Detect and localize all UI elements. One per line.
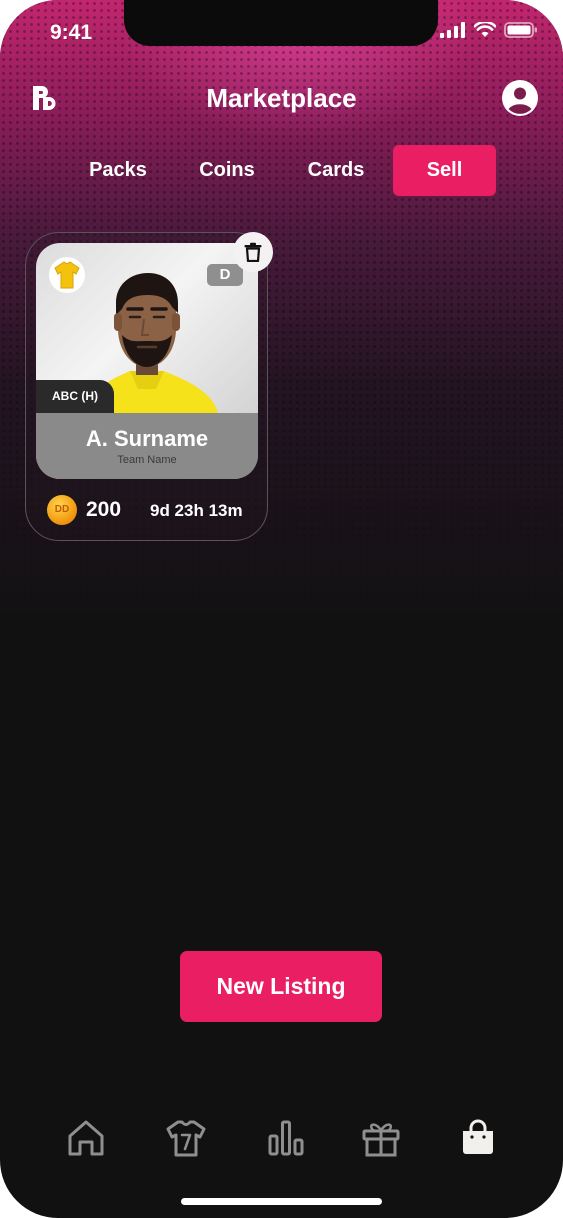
- marketplace-tabs: Packs Coins Cards Sell: [0, 145, 563, 196]
- status-time: 9:41: [50, 21, 93, 44]
- home-indicator[interactable]: [181, 1198, 382, 1205]
- jersey-icon[interactable]: [166, 1118, 206, 1158]
- battery-icon: [504, 22, 537, 38]
- leaderboard-icon[interactable]: [266, 1118, 306, 1158]
- shirt-icon: [54, 261, 80, 289]
- user-profile-icon[interactable]: [501, 79, 539, 117]
- fixture-tag: ABC (H): [36, 380, 114, 413]
- player-name: A. Surname: [85, 426, 209, 451]
- signal-icon: [440, 22, 465, 38]
- player-card[interactable]: D ABC (H) A. Surname Team Name: [36, 243, 258, 479]
- tab-cards[interactable]: Cards: [297, 145, 375, 196]
- delete-listing-button[interactable]: [233, 232, 273, 272]
- status-icons: [440, 22, 538, 38]
- gift-icon[interactable]: [361, 1118, 401, 1158]
- tab-coins[interactable]: Coins: [188, 145, 266, 196]
- new-listing-button[interactable]: New Listing: [180, 951, 382, 1022]
- tab-packs[interactable]: Packs: [78, 145, 158, 196]
- coin-icon: DD: [47, 495, 77, 525]
- phone-screen: 9:41 Marketplace Packs Coins Cards Sell …: [0, 0, 563, 1218]
- page-title: Marketplace: [206, 83, 357, 113]
- listing-price: 200: [86, 498, 122, 521]
- team-name: Team Name: [117, 454, 177, 466]
- device-notch: [124, 0, 438, 46]
- wifi-icon: [474, 22, 496, 37]
- home-icon[interactable]: [66, 1118, 106, 1158]
- team-shirt-badge: [49, 257, 85, 293]
- listing-time-remaining: 9d 23h 13m: [150, 501, 243, 520]
- position-badge: D: [207, 264, 243, 286]
- trash-icon: [244, 242, 262, 262]
- tab-sell[interactable]: Sell: [393, 145, 496, 196]
- shopping-bag-icon[interactable]: [458, 1118, 498, 1158]
